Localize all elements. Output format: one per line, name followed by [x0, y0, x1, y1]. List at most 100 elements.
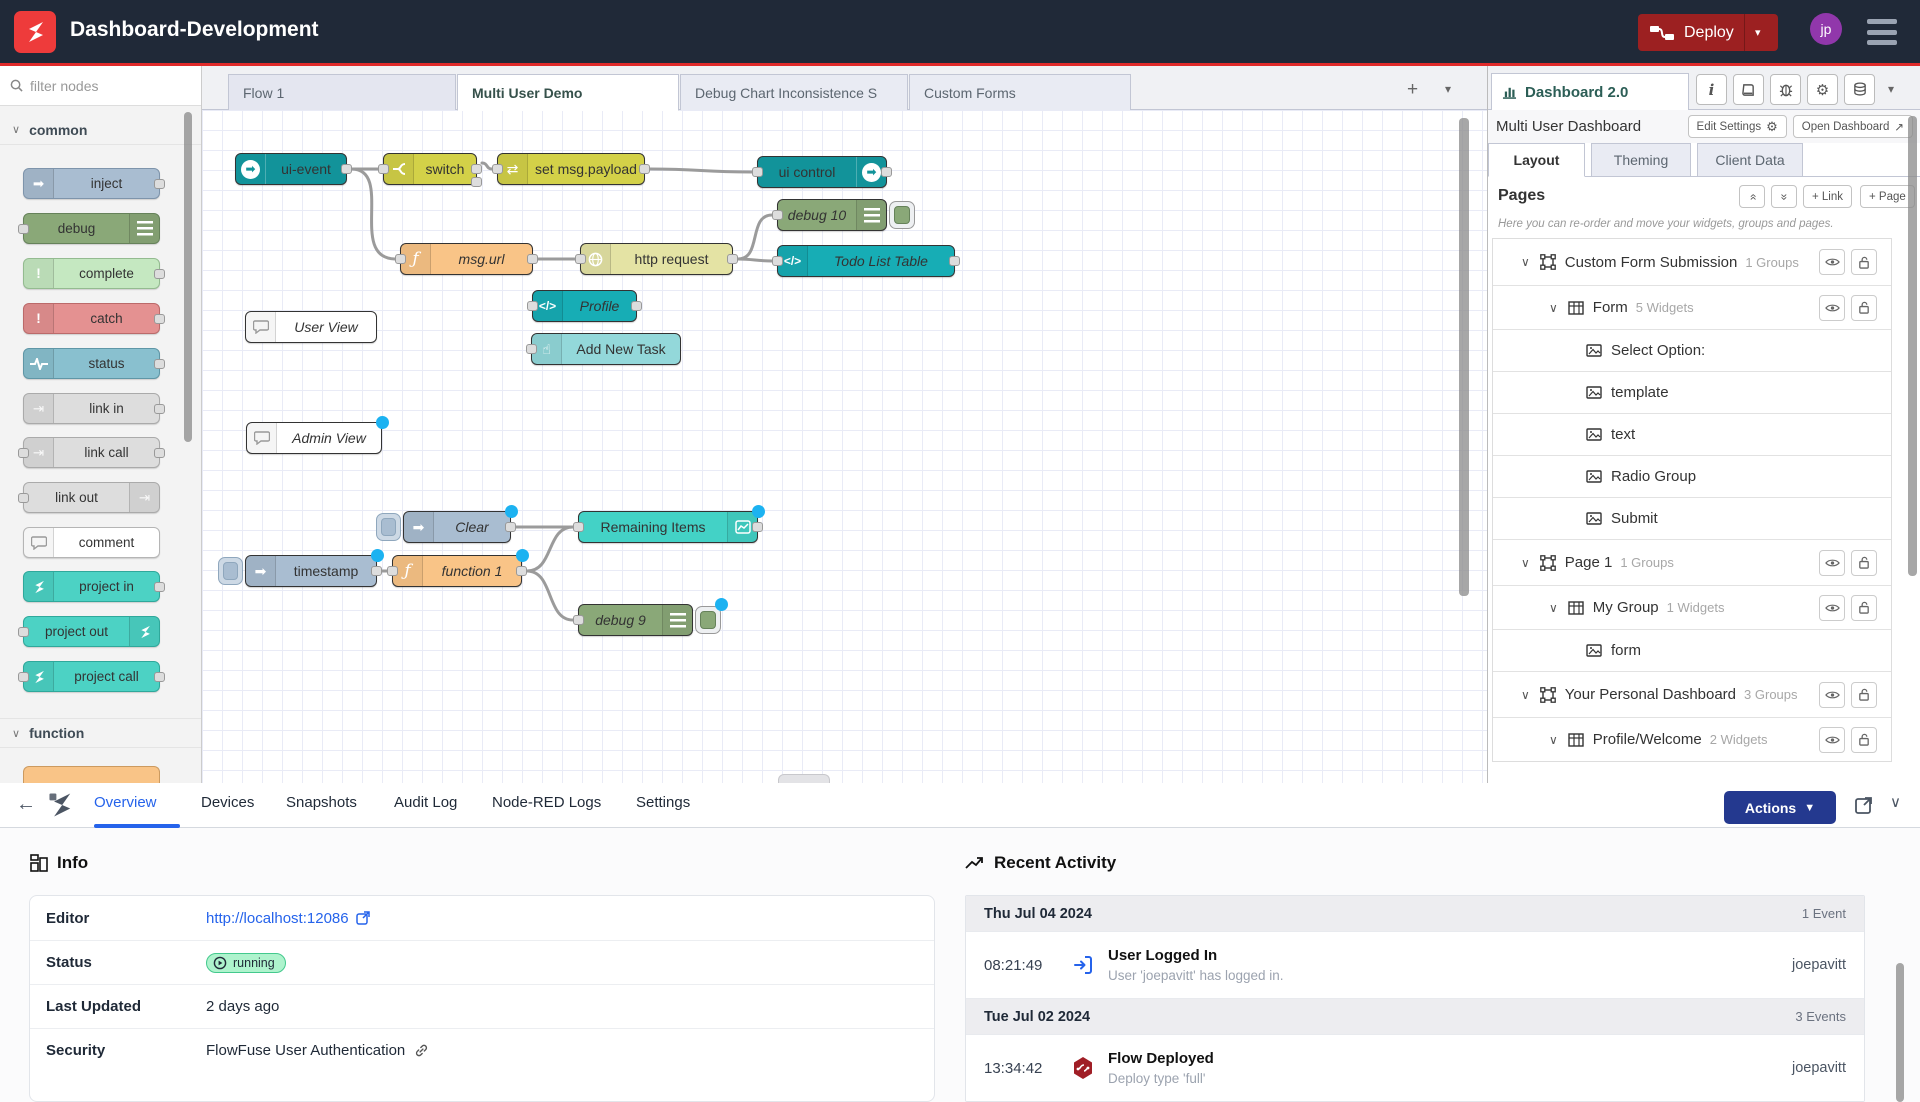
- flow-canvas[interactable]: ➡ ui-event switch ⇄ set msg.payload ui c…: [202, 110, 1487, 783]
- input-port[interactable]: [18, 627, 29, 637]
- input-port[interactable]: [395, 254, 406, 264]
- tree-widget-select-option[interactable]: Select Option:: [1493, 329, 1891, 371]
- palette-node-link-out[interactable]: link out⇥: [23, 482, 160, 513]
- back-arrow-icon[interactable]: ←: [16, 793, 36, 816]
- palette-node-project-in[interactable]: project in: [23, 571, 160, 602]
- palette-node-link-call[interactable]: ⇥link call: [23, 437, 160, 468]
- node-timestamp-inject[interactable]: ➡ timestamp: [245, 555, 377, 587]
- add-flow-icon[interactable]: +: [1407, 80, 1418, 99]
- visibility-eye-icon[interactable]: [1819, 682, 1845, 708]
- tree-widget-form[interactable]: form: [1493, 629, 1891, 671]
- input-port[interactable]: [387, 566, 398, 576]
- input-port[interactable]: [526, 344, 537, 354]
- collapse-all-button[interactable]: »: [1739, 185, 1765, 208]
- tree-group-profile-welcome[interactable]: ∨ Profile/Welcome 2 Widgets: [1493, 717, 1891, 761]
- node-switch[interactable]: switch: [383, 153, 477, 185]
- editor-link[interactable]: http://localhost:12086: [206, 910, 370, 927]
- output-port[interactable]: [154, 314, 165, 324]
- tree-group-form[interactable]: ∨ Form 5 Widgets: [1493, 285, 1891, 329]
- add-page-button[interactable]: + Page: [1860, 185, 1915, 208]
- palette-search[interactable]: filter nodes: [0, 66, 201, 106]
- nav-tab-devices[interactable]: Devices: [201, 794, 254, 811]
- node-todo-list-table[interactable]: </> Todo List Table: [777, 245, 955, 277]
- output-port[interactable]: [516, 566, 527, 576]
- node-msg-url[interactable]: ƒ msg.url: [400, 243, 533, 275]
- input-port[interactable]: [492, 164, 503, 174]
- palette-node-status[interactable]: status: [23, 348, 160, 379]
- open-dashboard-button[interactable]: Open Dashboard↗: [1793, 115, 1913, 138]
- activity-scrollbar[interactable]: [1896, 963, 1904, 1102]
- main-menu-icon[interactable]: [1867, 19, 1897, 45]
- input-port[interactable]: [18, 672, 29, 682]
- output-port[interactable]: [752, 522, 763, 532]
- open-editor-icon[interactable]: [1854, 795, 1874, 815]
- input-port[interactable]: [18, 493, 29, 503]
- output-port[interactable]: [154, 448, 165, 458]
- output-port-1[interactable]: [471, 164, 482, 174]
- output-port[interactable]: [639, 164, 650, 174]
- tree-widget-radio-group[interactable]: Radio Group: [1493, 455, 1891, 497]
- expand-all-button[interactable]: »: [1771, 185, 1797, 208]
- output-port[interactable]: [154, 404, 165, 414]
- node-debug-10[interactable]: debug 10: [777, 199, 887, 231]
- palette-node-catch[interactable]: !catch: [23, 303, 160, 334]
- output-port[interactable]: [154, 269, 165, 279]
- nav-tab-snapshots[interactable]: Snapshots: [286, 794, 357, 811]
- visibility-eye-icon[interactable]: [1819, 249, 1845, 275]
- output-port[interactable]: [154, 672, 165, 682]
- avatar[interactable]: jp: [1810, 13, 1842, 45]
- input-port[interactable]: [772, 256, 783, 266]
- tab-custom-forms[interactable]: Custom Forms: [909, 74, 1131, 111]
- output-port[interactable]: [154, 179, 165, 189]
- visibility-eye-icon[interactable]: [1819, 727, 1845, 753]
- tree-page-page-1[interactable]: ∨ Page 1 1 Groups: [1493, 539, 1891, 585]
- input-port[interactable]: [378, 164, 389, 174]
- palette-node-partial[interactable]: [23, 766, 160, 783]
- sidebar-scrollbar[interactable]: [1908, 116, 1917, 576]
- output-port[interactable]: [505, 522, 516, 532]
- output-port[interactable]: [154, 582, 165, 592]
- input-port[interactable]: [752, 167, 763, 177]
- node-function-1[interactable]: ƒ function 1: [392, 555, 522, 587]
- node-debug-9[interactable]: debug 9: [578, 604, 693, 636]
- debug-toggle-button[interactable]: [889, 201, 915, 229]
- add-link-button[interactable]: + Link: [1803, 185, 1852, 208]
- output-port[interactable]: [727, 254, 738, 264]
- flow-list-chevron-icon[interactable]: ▾: [1445, 83, 1451, 95]
- nav-tab-overview[interactable]: Overview: [94, 794, 157, 811]
- palette-node-complete[interactable]: !complete: [23, 258, 160, 289]
- unlock-icon[interactable]: [1851, 249, 1877, 275]
- actions-button[interactable]: Actions▼: [1724, 791, 1836, 824]
- help-tab-icon[interactable]: [1733, 74, 1764, 105]
- node-set-msg-payload[interactable]: ⇄ set msg.payload: [497, 153, 645, 185]
- activity-event-flow-deployed[interactable]: 13:34:42 Flow Deployed Deploy type 'full…: [966, 1034, 1864, 1102]
- output-port-2[interactable]: [471, 177, 482, 187]
- input-port[interactable]: [527, 301, 538, 311]
- unlock-icon[interactable]: [1851, 550, 1877, 576]
- palette-category-function[interactable]: ∨ function: [0, 718, 201, 748]
- debug-toggle-button[interactable]: [695, 606, 721, 634]
- input-port[interactable]: [573, 615, 584, 625]
- input-port[interactable]: [18, 448, 29, 458]
- deploy-caret-icon[interactable]: ▾: [1745, 26, 1771, 39]
- output-port[interactable]: [341, 164, 352, 174]
- tab-layout[interactable]: Layout: [1488, 143, 1585, 177]
- inject-button[interactable]: [376, 513, 401, 541]
- tree-widget-text[interactable]: text: [1493, 413, 1891, 455]
- canvas-vertical-scrollbar[interactable]: [1459, 118, 1469, 596]
- tab-theming[interactable]: Theming: [1591, 143, 1691, 177]
- canvas-bottom-grip[interactable]: [778, 774, 830, 783]
- tab-client-data[interactable]: Client Data: [1697, 143, 1803, 177]
- palette-node-inject[interactable]: ➡inject: [23, 168, 160, 199]
- visibility-eye-icon[interactable]: [1819, 295, 1845, 321]
- tree-widget-submit[interactable]: Submit: [1493, 497, 1891, 539]
- comment-user-view[interactable]: User View: [245, 311, 377, 343]
- collapse-panel-chevron-icon[interactable]: ∨: [1890, 793, 1901, 811]
- unlock-icon[interactable]: [1851, 682, 1877, 708]
- output-port[interactable]: [881, 167, 892, 177]
- nav-tab-node-red-logs[interactable]: Node-RED Logs: [492, 794, 601, 811]
- info-tab-icon[interactable]: i: [1696, 74, 1727, 105]
- input-port[interactable]: [18, 224, 29, 234]
- unlock-icon[interactable]: [1851, 595, 1877, 621]
- input-port[interactable]: [772, 210, 783, 220]
